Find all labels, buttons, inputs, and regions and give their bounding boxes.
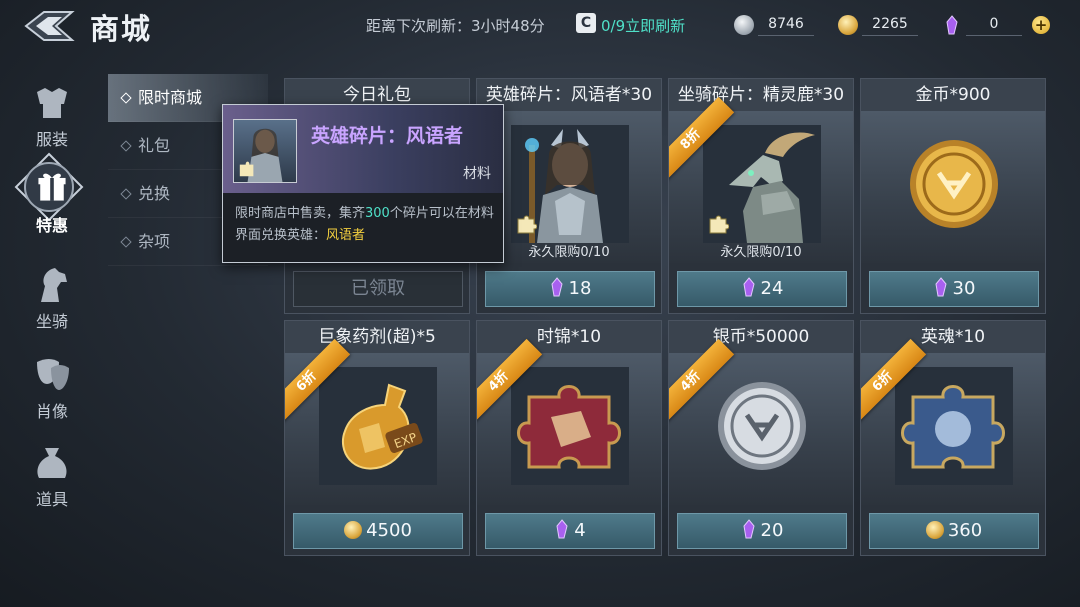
- rail-item-special[interactable]: 特惠: [14, 168, 90, 236]
- tooltip-item-name: 英雄碎片：风语者: [311, 125, 464, 147]
- refresh-countdown: 距离下次刷新：3小时48分: [366, 17, 545, 35]
- submenu-label: 礼包: [138, 136, 171, 155]
- card-title: 巨象药剂(超)*5: [285, 321, 469, 353]
- rail-label-mount: 坐骑: [35, 312, 68, 331]
- desc-text: 限时商店中售卖，集齐: [235, 206, 366, 221]
- rail-label-special: 特惠: [35, 216, 68, 235]
- gold-coin-icon: [910, 140, 998, 228]
- shop-card-shijin[interactable]: 时锦*10 4折 4: [476, 320, 662, 556]
- refresh-now-button[interactable]: 0/9立即刷新: [601, 15, 685, 36]
- diamond-bullet-icon: [120, 140, 132, 152]
- shop-card-gold-coins[interactable]: 金币*900 30: [860, 78, 1046, 314]
- mask-icon: [37, 359, 69, 390]
- card-title: 金币*900: [861, 79, 1045, 111]
- crystal-value: 0: [966, 16, 1022, 36]
- submenu-label: 限时商城: [138, 88, 203, 107]
- puzzle-badge-icon: [517, 215, 537, 234]
- price-value: 4500: [366, 520, 412, 541]
- tooltip-item-type: 材料: [463, 166, 491, 182]
- gift-icon: [38, 173, 66, 201]
- buy-button[interactable]: 4500: [293, 513, 463, 549]
- price-value: 30: [952, 278, 976, 299]
- top-bar: 商城 距离下次刷新：3小时48分 C 0/9立即刷新 8746 2265 0 +: [0, 0, 1080, 58]
- puzzle-badge-icon: [709, 215, 729, 234]
- silver-coin-icon: [734, 15, 754, 35]
- gold-coin-icon: [925, 521, 944, 539]
- purple-crystal-icon: [743, 277, 755, 297]
- price-value: 20: [760, 520, 784, 541]
- purple-crystal-icon: [743, 519, 755, 539]
- card-title: 银币*50000: [669, 321, 853, 353]
- price-value: 4: [574, 520, 586, 541]
- page-title: 商城: [90, 12, 153, 46]
- rail-label-portrait: 肖像: [35, 402, 68, 421]
- currency-crystal: 0: [942, 13, 1026, 37]
- rail-item-items[interactable]: 道具: [14, 442, 90, 510]
- shop-card-potion[interactable]: 巨象药剂(超)*5 EXP 6折 4500: [284, 320, 470, 556]
- item-tooltip: 英雄碎片：风语者 材料 限时商店中售卖，集齐300个碎片可以在材料界面兑换英雄：…: [222, 104, 504, 263]
- silver-coin-value: 8746: [758, 16, 814, 36]
- purchase-limit: 永久限购0/10: [528, 245, 610, 260]
- currency-gold: 2265: [838, 13, 922, 37]
- price-value: 24: [760, 278, 784, 299]
- shop-card-mount-shard[interactable]: 坐骑碎片：精灵鹿*30 8折 永久限购0/10 24: [668, 78, 854, 314]
- buy-button[interactable]: 360: [869, 513, 1039, 549]
- card-title: 时锦*10: [477, 321, 661, 353]
- price-value: 360: [947, 520, 983, 541]
- card-title: 英魂*10: [861, 321, 1045, 353]
- rail-label-items: 道具: [35, 490, 68, 509]
- purchase-limit: 永久限购0/10: [720, 245, 802, 260]
- price-value: 18: [568, 278, 592, 299]
- card-title: 坐骑碎片：精灵鹿*30: [669, 79, 853, 111]
- currency-silver: 8746: [734, 13, 818, 37]
- submenu-label: 杂项: [138, 232, 171, 251]
- refresh-icon[interactable]: C: [576, 13, 596, 33]
- tooltip-description: 限时商店中售卖，集齐300个碎片可以在材料界面兑换英雄：风语者: [235, 203, 497, 247]
- diamond-bullet-icon: [120, 92, 132, 104]
- hero-shard-thumb-icon: [233, 119, 297, 183]
- rail-item-costume[interactable]: 服装: [14, 82, 90, 150]
- red-puzzle-icon: [511, 367, 629, 485]
- desc-highlight-number: 300: [365, 206, 390, 221]
- desc-highlight-hero: 风语者: [326, 228, 366, 243]
- buy-button[interactable]: 18: [485, 271, 655, 307]
- card-art: [861, 111, 1045, 263]
- gold-coin-icon: [838, 15, 858, 35]
- buy-button[interactable]: 24: [677, 271, 847, 307]
- buy-button[interactable]: 4: [485, 513, 655, 549]
- purple-crystal-icon: [551, 277, 563, 297]
- silver-coin-icon: [718, 382, 806, 470]
- rail-label-costume: 服装: [35, 130, 68, 149]
- rail-item-portrait[interactable]: 肖像: [14, 354, 90, 422]
- shop-card-hero-soul[interactable]: 英魂*10 6折 360: [860, 320, 1046, 556]
- card-title: 英雄碎片：风语者*30: [477, 79, 661, 111]
- gold-coin-value: 2265: [862, 16, 918, 36]
- rail-item-mount[interactable]: 坐骑: [14, 264, 90, 332]
- horse-icon: [41, 268, 67, 302]
- purple-crystal-icon: [946, 15, 958, 35]
- diamond-bullet-icon: [120, 236, 132, 248]
- armor-icon: [37, 88, 67, 118]
- add-currency-button[interactable]: +: [1032, 16, 1050, 34]
- back-icon[interactable]: [22, 8, 76, 44]
- diamond-bullet-icon: [120, 188, 132, 200]
- submenu-label: 兑换: [138, 184, 171, 203]
- purple-crystal-icon: [556, 519, 568, 539]
- shop-card-silver-coins[interactable]: 银币*50000 4折 20: [668, 320, 854, 556]
- gold-coin-icon: [344, 521, 363, 539]
- purple-crystal-icon: [935, 277, 947, 297]
- bag-icon: [37, 448, 67, 478]
- buy-button[interactable]: 30: [869, 271, 1039, 307]
- claimed-button[interactable]: 已领取: [293, 271, 463, 307]
- buy-button[interactable]: 20: [677, 513, 847, 549]
- exp-potion-icon: EXP: [319, 367, 437, 485]
- blue-puzzle-icon: [895, 367, 1013, 485]
